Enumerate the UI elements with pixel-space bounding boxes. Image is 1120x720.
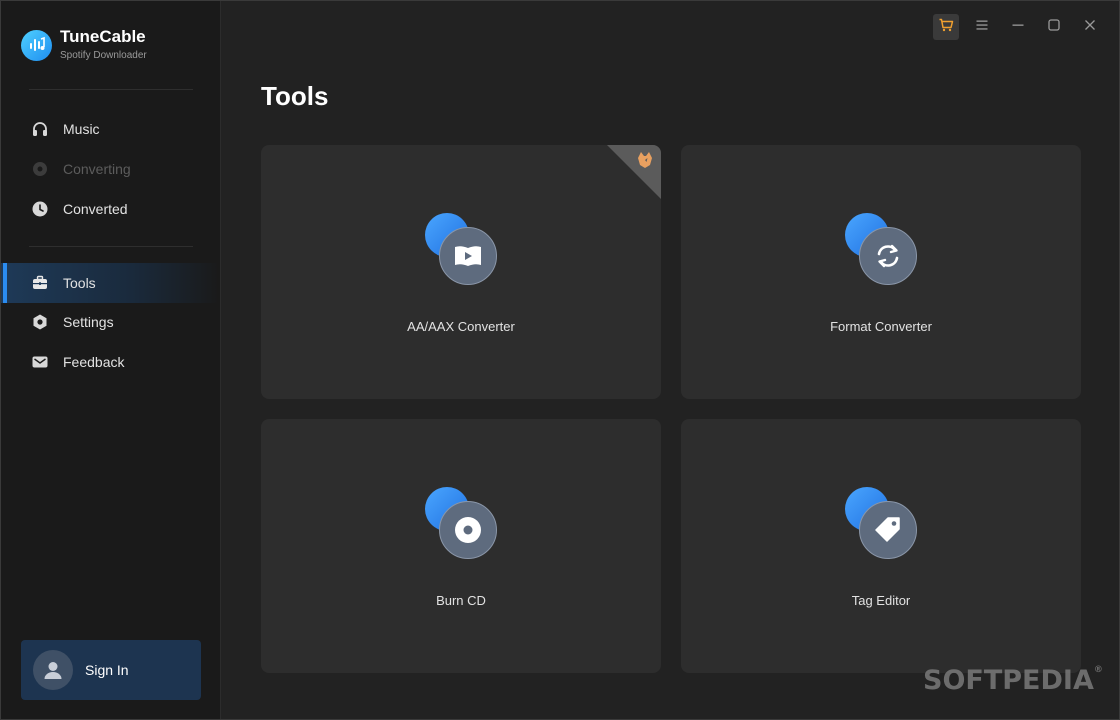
softpedia-watermark: SOFTPEDIA® bbox=[923, 665, 1103, 696]
minimize-button[interactable] bbox=[1005, 14, 1031, 40]
maximize-button[interactable] bbox=[1041, 14, 1067, 40]
clock-icon bbox=[31, 200, 49, 218]
close-icon bbox=[1083, 18, 1097, 37]
tool-card-label: Format Converter bbox=[830, 319, 932, 334]
cart-button[interactable] bbox=[933, 14, 959, 40]
sidebar-divider bbox=[29, 246, 193, 247]
tag-icon bbox=[845, 487, 917, 559]
sign-in-label: Sign In bbox=[85, 662, 129, 678]
toolbox-icon bbox=[31, 274, 49, 292]
sidebar-item-label: Converting bbox=[63, 161, 131, 177]
window-controls bbox=[923, 14, 1103, 40]
app-window: TuneCable Spotify Downloader Music Conve… bbox=[0, 0, 1120, 720]
page-title: Tools bbox=[261, 81, 329, 111]
user-icon bbox=[44, 662, 62, 679]
sidebar-item-music[interactable]: Music bbox=[1, 109, 219, 149]
sidebar-item-label: Converted bbox=[63, 201, 128, 217]
sidebar-item-label: Music bbox=[63, 121, 100, 137]
fox-badge-icon bbox=[635, 150, 655, 170]
sidebar-item-settings[interactable]: Settings bbox=[1, 302, 219, 342]
refresh-icon bbox=[845, 213, 917, 285]
tool-card-label: Tag Editor bbox=[851, 593, 911, 608]
gear-icon bbox=[31, 313, 49, 331]
app-subtitle: Spotify Downloader bbox=[60, 50, 147, 61]
sidebar: TuneCable Spotify Downloader Music Conve… bbox=[1, 1, 221, 719]
avatar bbox=[33, 650, 73, 690]
tunecable-logo-icon bbox=[21, 29, 52, 61]
minimize-icon bbox=[1011, 18, 1025, 37]
brand: TuneCable Spotify Downloader bbox=[21, 27, 147, 63]
sidebar-item-label: Settings bbox=[63, 314, 114, 330]
tool-card-label: AA/AAX Converter bbox=[407, 319, 515, 334]
headphones-icon bbox=[31, 120, 49, 138]
close-button[interactable] bbox=[1077, 14, 1103, 40]
cd-icon bbox=[425, 487, 497, 559]
app-name: TuneCable bbox=[60, 27, 146, 46]
sign-in-button[interactable]: Sign In bbox=[21, 640, 201, 700]
tool-card-tag-editor[interactable]: Tag Editor bbox=[681, 419, 1081, 673]
sidebar-divider bbox=[29, 89, 193, 90]
mail-icon bbox=[31, 353, 49, 371]
tool-card-burn-cd[interactable]: Burn CD bbox=[261, 419, 661, 673]
corner-badge bbox=[607, 145, 661, 199]
tool-card-format-converter[interactable]: Format Converter bbox=[681, 145, 1081, 399]
sidebar-item-label: Feedback bbox=[63, 354, 125, 370]
cart-icon bbox=[938, 17, 954, 38]
menu-button[interactable] bbox=[969, 14, 995, 40]
audiobook-play-icon bbox=[425, 213, 497, 285]
disc-icon bbox=[31, 160, 49, 178]
tool-card-aa-aax-converter[interactable]: AA/AAX Converter bbox=[261, 145, 661, 399]
sidebar-item-feedback[interactable]: Feedback bbox=[1, 342, 219, 382]
maximize-icon bbox=[1047, 18, 1061, 37]
sidebar-item-converting[interactable]: Converting bbox=[1, 149, 219, 189]
sidebar-item-tools[interactable]: Tools bbox=[1, 263, 219, 303]
sidebar-item-label: Tools bbox=[63, 275, 96, 291]
menu-icon bbox=[975, 18, 989, 37]
tool-card-label: Burn CD bbox=[436, 593, 486, 608]
sidebar-item-converted[interactable]: Converted bbox=[1, 189, 219, 229]
